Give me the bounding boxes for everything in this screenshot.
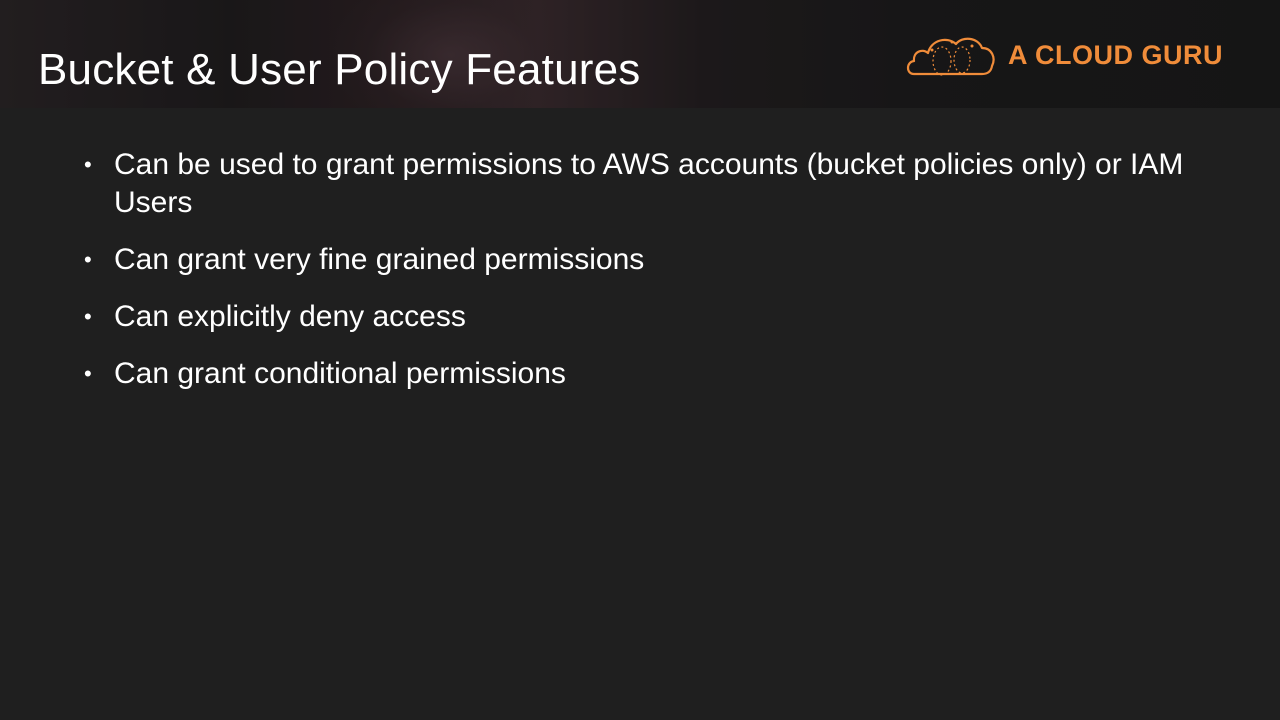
slide: Bucket & User Policy Features A CLOUD GU… [0,0,1280,720]
brand-logo: A CLOUD GURU [904,28,1223,82]
list-item: • Can grant very fine grained permission… [84,241,1214,279]
bullet-icon: • [84,361,92,386]
bullet-icon: • [84,152,92,177]
list-item-text: Can grant conditional permissions [114,357,566,390]
cloud-logo-icon [906,37,995,76]
bullet-icon: • [84,247,92,272]
list-item-text: Can be used to grant permissions to AWS … [114,148,1184,219]
bullet-list: • Can be used to grant permissions to AW… [84,146,1214,412]
slide-title: Bucket & User Policy Features [38,45,641,94]
list-item: • Can explicitly deny access [84,298,1214,336]
list-item: • Can grant conditional permissions [84,355,1214,393]
bullet-icon: • [84,304,92,329]
list-item-text: Can explicitly deny access [114,300,466,333]
list-item: • Can be used to grant permissions to AW… [84,146,1214,222]
brand-name: A CLOUD GURU [1008,40,1223,70]
list-item-text: Can grant very fine grained permissions [114,243,645,276]
